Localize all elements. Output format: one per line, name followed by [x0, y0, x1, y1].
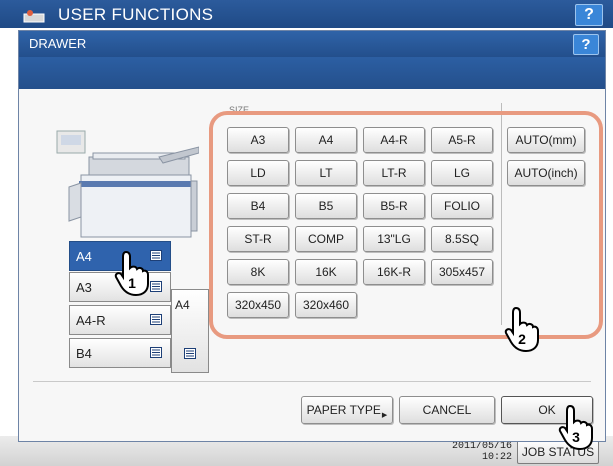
pointing-hand-2-icon: 2: [504, 306, 539, 352]
paper-stack-icon: [150, 347, 162, 358]
dialog-title-bar: DRAWER ?: [19, 31, 605, 57]
screen-title: USER FUNCTIONS: [58, 5, 214, 24]
dialog-help-button[interactable]: ?: [573, 34, 599, 55]
drawer-label: B4: [76, 346, 92, 361]
bypass-label: A4: [175, 298, 190, 312]
callout-number: 3: [572, 429, 580, 445]
drawer-label: A4: [76, 249, 92, 264]
pointing-hand-3-icon: 3: [558, 404, 593, 450]
callout-number: 1: [128, 275, 136, 291]
drawer-label: A4-R: [76, 313, 106, 328]
user-functions-icon: [23, 10, 45, 23]
footer-divider: [33, 381, 591, 382]
paper-stack-icon: [150, 314, 162, 325]
callout-number: 2: [518, 331, 526, 347]
clock: 2011/05/16 10:22: [434, 441, 512, 463]
drawer-label: A3: [76, 280, 92, 295]
dialog-header-band: [19, 57, 605, 89]
submenu-arrow-icon: ▶: [381, 412, 388, 419]
dialog-title: DRAWER: [29, 36, 87, 51]
copier-illustration-icon: [56, 130, 199, 238]
paper-type-button[interactable]: PAPER TYPE▶: [301, 396, 393, 424]
bypass-tray[interactable]: A4: [171, 289, 209, 373]
drawer-4[interactable]: B4: [69, 338, 171, 368]
screen-help-button[interactable]: ?: [575, 4, 603, 26]
clock-date: 2011/05/16: [451, 441, 512, 452]
paper-type-label: PAPER TYPE: [306, 403, 381, 417]
paper-stack-icon: [184, 348, 196, 359]
clock-time: 10:22: [481, 452, 512, 463]
drawer-dialog: DRAWER ? A4 A3 A4-R B4 A4 SIZE A3 A4 A4-…: [18, 30, 606, 442]
drawer-3[interactable]: A4-R: [69, 305, 171, 335]
pointing-hand-1-icon: 1: [114, 250, 149, 296]
cancel-button[interactable]: CANCEL: [399, 396, 495, 424]
